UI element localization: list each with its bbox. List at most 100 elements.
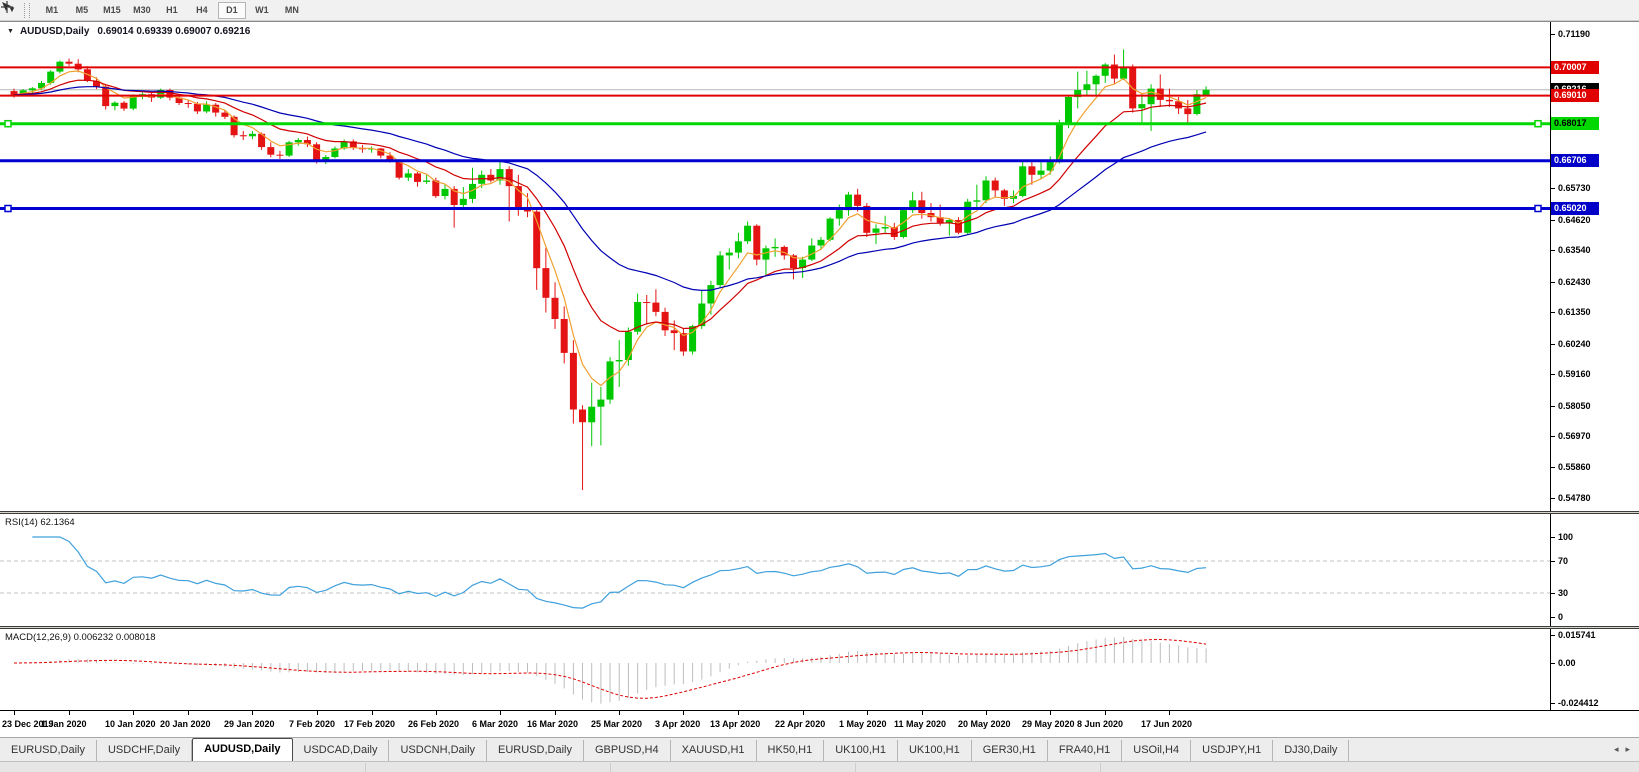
price-badge: 0.68017 <box>1551 117 1599 130</box>
date-label: 20 Jan 2020 <box>160 719 211 729</box>
ma-mid <box>13 79 1207 333</box>
macd-plot-area[interactable]: MACD(12,26,9) 0.006232 0.008018 <box>0 629 1550 710</box>
rsi-tick-label: 30 <box>1551 587 1568 599</box>
date-axis[interactable]: 23 Dec 2019 1 Jan 2020 10 Jan 2020 20 Jan 2… <box>0 710 1639 737</box>
tab-scroll-right-icon[interactable]: ▸ <box>1625 744 1630 755</box>
timeframe-button-M15[interactable]: M15 <box>98 2 126 19</box>
macd-pane[interactable]: MACD(12,26,9) 0.006232 0.008018 0.015741… <box>0 629 1639 710</box>
cursor-tool-button[interactable]: ▼ <box>1 1 19 20</box>
rsi-label: RSI(14) 62.1364 <box>5 517 75 528</box>
toolbar-grip[interactable] <box>23 2 30 18</box>
macd-axis[interactable]: 0.015741 0.00 -0.024412 <box>1550 629 1639 710</box>
rsi-plot-area[interactable]: RSI(14) 62.1364 <box>0 514 1550 626</box>
line-handle <box>1534 204 1542 213</box>
date-label: 25 Mar 2020 <box>591 719 643 729</box>
ma-fast <box>13 70 1207 387</box>
date-tick <box>1050 711 1051 715</box>
price-tick-label: 0.59160 <box>1551 368 1591 380</box>
main-chart-pane[interactable]: ▼ AUDUSD,Daily 0.69014 0.69339 0.69007 0… <box>0 21 1639 511</box>
chart-tab-2-AUDUSD-Daily[interactable]: AUDUSD,Daily <box>192 738 293 761</box>
chart-tab-7-XAUUSD-H1[interactable]: XAUUSD,H1 <box>671 740 757 761</box>
date-label: 1 May 2020 <box>839 719 887 729</box>
candlestick-chart[interactable] <box>0 22 1550 511</box>
timeframe-button-M5[interactable]: M5 <box>68 2 96 19</box>
price-tick-label: 0.56970 <box>1551 430 1591 442</box>
date-label: 10 Jan 2020 <box>105 719 156 729</box>
chart-tab-1-USDCHF-Daily[interactable]: USDCHF,Daily <box>97 740 193 761</box>
date-tick <box>803 711 804 715</box>
chart-tab-13-USOil-H4[interactable]: USOil,H4 <box>1122 740 1192 761</box>
date-label: 13 Apr 2020 <box>710 719 761 729</box>
chart-tab-0-EURUSD-Daily[interactable]: EURUSD,Daily <box>0 740 97 761</box>
price-tick-label: 0.54780 <box>1551 492 1591 504</box>
chart-tab-5-EURUSD-Daily[interactable]: EURUSD,Daily <box>487 740 584 761</box>
scrollbar-notch <box>855 763 856 772</box>
bottom-scrollbar[interactable] <box>0 761 1639 772</box>
date-tick <box>14 711 15 715</box>
chart-tab-4-USDCNH-Daily[interactable]: USDCNH,Daily <box>389 740 488 761</box>
collapse-triangle-icon[interactable]: ▼ <box>7 28 14 35</box>
date-tick <box>436 711 437 715</box>
ma-slow <box>13 86 1207 292</box>
macd-tick-label: -0.024412 <box>1551 697 1599 709</box>
price-tick-label: 0.60240 <box>1551 338 1591 350</box>
timeframe-button-H4[interactable]: H4 <box>188 2 216 19</box>
date-label: 6 Mar 2020 <box>472 719 519 729</box>
price-axis[interactable]: 0.711900.679200.657300.646200.635400.624… <box>1550 22 1639 511</box>
price-tick-label: 0.65730 <box>1551 182 1591 194</box>
date-tick <box>133 711 134 715</box>
chart-tab-10-UK100-H1[interactable]: UK100,H1 <box>898 740 972 761</box>
date-tick <box>867 711 868 715</box>
chart-tab-14-USDJPY-H1[interactable]: USDJPY,H1 <box>1191 740 1274 761</box>
price-badge: 0.69010 <box>1551 89 1599 102</box>
scrollbar-notch <box>365 763 366 772</box>
line-handle <box>4 119 12 128</box>
price-badge: 0.70007 <box>1551 61 1599 74</box>
date-tick <box>619 711 620 715</box>
rsi-axis[interactable]: 100 70 30 0 <box>1550 514 1639 626</box>
main-plot-area[interactable]: ▼ AUDUSD,Daily 0.69014 0.69339 0.69007 0… <box>0 22 1550 511</box>
chart-tab-8-HK50-H1[interactable]: HK50,H1 <box>757 740 825 761</box>
date-label: 16 Mar 2020 <box>527 719 579 729</box>
date-tick <box>69 711 70 715</box>
chart-tab-15-DJ30-Daily[interactable]: DJ30,Daily <box>1273 740 1350 761</box>
rsi-chart[interactable] <box>0 514 1550 626</box>
chart-ohlc-values: 0.69014 0.69339 0.69007 0.69216 <box>97 26 251 37</box>
date-tick <box>500 711 501 715</box>
scrollbar-notch <box>1100 763 1101 772</box>
tab-scroll-arrows: ◂ ▸ <box>1605 744 1639 755</box>
date-tick <box>1169 711 1170 715</box>
chart-tab-9-UK100-H1[interactable]: UK100,H1 <box>824 740 898 761</box>
chart-tab-12-FRA40-H1[interactable]: FRA40,H1 <box>1048 740 1123 761</box>
chart-title: ▼ AUDUSD,Daily 0.69014 0.69339 0.69007 0… <box>7 26 250 37</box>
price-tick-label: 0.61350 <box>1551 306 1591 318</box>
timeframe-button-D1[interactable]: D1 <box>217 1 246 19</box>
date-tick <box>188 711 189 715</box>
timeframe-button-MN[interactable]: MN <box>278 2 306 19</box>
top-toolbar: ▼ M1 M5 M15 M30 H1 H4 D1 W1 MN <box>0 0 1639 21</box>
date-label: 20 May 2020 <box>958 719 1011 729</box>
rsi-pane[interactable]: RSI(14) 62.1364 100 70 30 0 <box>0 514 1639 626</box>
rsi-tick-label: 100 <box>1551 531 1573 543</box>
date-tick <box>372 711 373 715</box>
chart-window: ▼ AUDUSD,Daily 0.69014 0.69339 0.69007 0… <box>0 21 1639 737</box>
line-handle <box>4 204 12 213</box>
date-label: 26 Feb 2020 <box>408 719 460 729</box>
chart-tab-3-USDCAD-Daily[interactable]: USDCAD,Daily <box>293 740 390 761</box>
chart-tab-6-GBPUSD-H4[interactable]: GBPUSD,H4 <box>584 740 671 761</box>
timeframe-button-M30[interactable]: M30 <box>128 2 156 19</box>
macd-chart[interactable] <box>0 629 1550 710</box>
rsi-line <box>32 536 1207 609</box>
price-badge: 0.66706 <box>1551 154 1599 167</box>
chart-tab-11-GER30-H1[interactable]: GER30,H1 <box>972 740 1048 761</box>
rsi-tick-label: 70 <box>1551 555 1568 567</box>
chart-symbol-label: AUDUSD,Daily <box>19 26 90 37</box>
macd-tick-label: 0.00 <box>1551 657 1576 669</box>
timeframe-button-H1[interactable]: H1 <box>158 2 186 19</box>
timeframe-button-M1[interactable]: M1 <box>38 2 66 19</box>
tab-scroll-left-icon[interactable]: ◂ <box>1614 744 1619 755</box>
date-tick <box>317 711 318 715</box>
timeframe-button-W1[interactable]: W1 <box>248 2 276 19</box>
date-label: 3 Apr 2020 <box>655 719 701 729</box>
date-tick <box>922 711 923 715</box>
